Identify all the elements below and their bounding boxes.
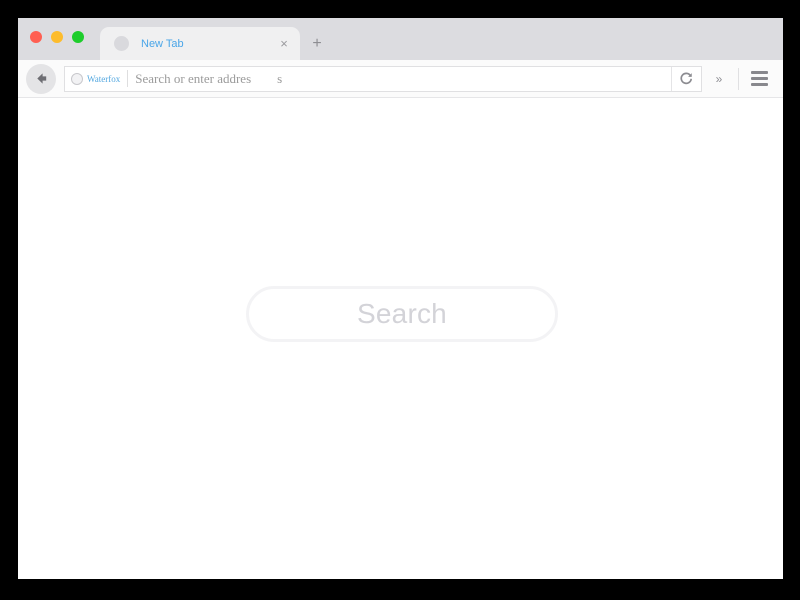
tab-row: New Tab × + bbox=[100, 18, 334, 60]
tab-new-tab[interactable]: New Tab × bbox=[100, 27, 300, 60]
hamburger-bar bbox=[750, 83, 768, 86]
hamburger-bar bbox=[750, 77, 768, 80]
hamburger-icon[interactable] bbox=[743, 64, 775, 94]
url-input[interactable]: Search or enter addres s bbox=[128, 71, 282, 87]
url-bar[interactable]: Waterfox Search or enter addres s bbox=[64, 65, 702, 92]
new-tab-button[interactable]: + bbox=[300, 27, 334, 60]
search-placeholder-label: Search bbox=[357, 298, 447, 329]
window-controls bbox=[30, 31, 84, 43]
identity-label: Waterfox bbox=[87, 73, 121, 84]
navigation-toolbar: Waterfox Search or enter addres s » bbox=[18, 60, 783, 98]
tab-favicon-icon bbox=[114, 36, 129, 51]
browser-window: New Tab × + Waterfox Search or enter add… bbox=[18, 18, 783, 579]
toolbar-divider bbox=[738, 67, 739, 90]
page-content: Search bbox=[18, 98, 783, 579]
hamburger-bar bbox=[750, 71, 768, 74]
window-minimize-button[interactable] bbox=[51, 31, 63, 43]
globe-circle-icon bbox=[71, 72, 83, 85]
reload-button[interactable] bbox=[671, 66, 701, 91]
back-button[interactable] bbox=[26, 63, 56, 94]
tab-close-icon[interactable]: × bbox=[276, 36, 292, 52]
window-maximize-button[interactable] bbox=[72, 31, 84, 43]
screen-root: New Tab × + Waterfox Search or enter add… bbox=[0, 0, 800, 600]
back-arrow-icon bbox=[36, 73, 46, 84]
url-input-wrap[interactable]: Search or enter addres s bbox=[128, 67, 671, 91]
tab-strip: New Tab × + bbox=[18, 18, 783, 60]
url-placeholder-main: Search or enter addres bbox=[135, 70, 252, 86]
window-close-button[interactable] bbox=[30, 31, 42, 43]
reload-icon bbox=[680, 72, 693, 85]
overflow-chevron-icon[interactable]: » bbox=[704, 64, 734, 94]
search-input[interactable]: Search bbox=[246, 286, 558, 342]
identity-box[interactable]: Waterfox bbox=[71, 70, 129, 87]
tab-title-label: New Tab bbox=[141, 37, 184, 50]
url-placeholder-overflow: s bbox=[277, 70, 283, 86]
